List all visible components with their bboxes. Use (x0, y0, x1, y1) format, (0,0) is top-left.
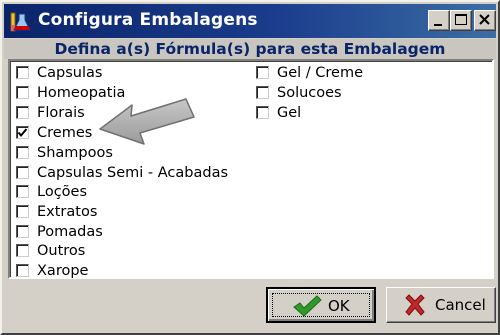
checkbox-label: Capsulas (37, 65, 103, 81)
checkbox-box[interactable] (16, 185, 29, 198)
title-bar[interactable]: Configura Embalagens (4, 4, 496, 38)
flask-icon (10, 11, 32, 33)
cancel-button[interactable]: Cancel (386, 287, 496, 323)
cancel-button-label: Cancel (435, 296, 486, 314)
checkbox-box[interactable] (256, 66, 269, 79)
checkbox-box[interactable] (16, 66, 29, 79)
checkbox-box-checked[interactable] (16, 126, 29, 139)
ok-button-label: OK (328, 297, 350, 315)
checkmark-icon (17, 128, 28, 138)
checkbox-box[interactable] (16, 106, 29, 119)
checkbox-box[interactable] (16, 205, 29, 218)
formula-checklist: Capsulas Homeopatia Florais Cremes Shamp… (8, 59, 494, 279)
checkbox-label: Capsulas Semi - Acabadas (37, 165, 229, 181)
window-title: Configura Embalagens (38, 10, 258, 30)
checkbox-box[interactable] (16, 146, 29, 159)
dialog-window: Configura Embalagens Defina a(s) Fórmula… (0, 0, 500, 335)
checkbox-box[interactable] (16, 166, 29, 179)
checkbox-label: Cremes (37, 125, 93, 141)
close-icon (479, 14, 490, 25)
minimize-icon (434, 24, 442, 26)
checkbox-box[interactable] (16, 225, 29, 238)
maximize-icon (455, 14, 467, 25)
checkbox-box[interactable] (16, 244, 29, 257)
checkbox-box[interactable] (16, 264, 29, 277)
checkbox-label: Gel / Creme (277, 65, 364, 81)
checkbox-label: Outros (37, 243, 86, 259)
checkbox-label: Loções (37, 184, 88, 200)
ok-button[interactable]: OK (266, 287, 376, 323)
checkbox-box[interactable] (16, 86, 29, 99)
minimize-button[interactable] (428, 10, 450, 31)
checkbox-label: Xarope (37, 263, 89, 279)
close-button[interactable] (474, 10, 496, 31)
checkbox-label: Gel (277, 105, 302, 121)
maximize-button[interactable] (450, 10, 472, 31)
checkbox-box[interactable] (256, 106, 269, 119)
checkbox-label: Solucoes (277, 85, 342, 101)
checkbox-label: Extratos (37, 204, 98, 220)
button-bar: OK Cancel (8, 282, 496, 330)
checkmark-icon (293, 295, 322, 317)
checkbox-label: Florais (37, 105, 85, 121)
arrow-pointer-icon (99, 98, 195, 145)
x-mark-icon (405, 294, 425, 316)
checkbox-box[interactable] (256, 86, 269, 99)
checkbox-label: Pomadas (37, 224, 103, 240)
instruction-header: Defina a(s) Fórmula(s) para esta Embalag… (4, 39, 496, 59)
